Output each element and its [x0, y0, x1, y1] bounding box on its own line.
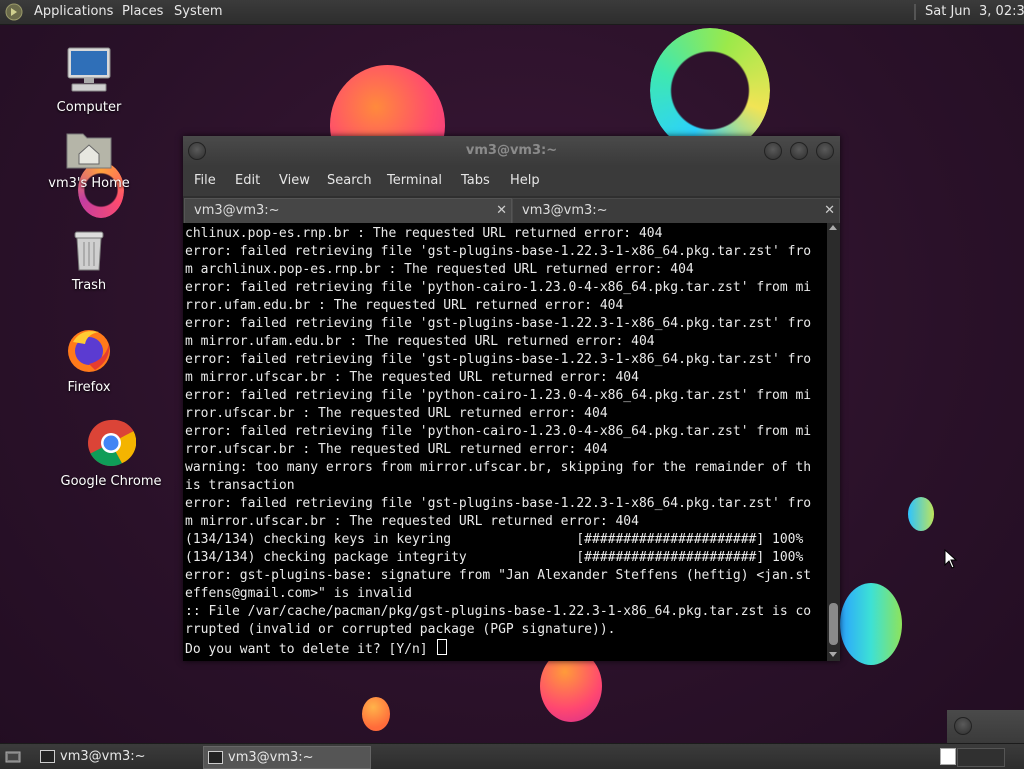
tab-bar: vm3@vm3:~ ✕ vm3@vm3:~ ✕ — [183, 196, 840, 224]
workspace-1[interactable] — [940, 748, 956, 765]
taskbar-item-label: vm3@vm3:~ — [228, 750, 314, 765]
tab-close-icon[interactable]: ✕ — [824, 199, 835, 223]
terminal-window[interactable]: vm3@vm3:~ File Edit View Search Terminal… — [183, 136, 840, 661]
taskbar-item-active[interactable]: vm3@vm3:~ — [203, 746, 371, 769]
applications-menu[interactable]: Applications — [34, 0, 113, 24]
terminal-line: error: failed retrieving file 'gst-plugi… — [185, 352, 812, 367]
desktop-icon-label: Trash — [71, 278, 107, 293]
workspace-2[interactable] — [957, 748, 1005, 767]
wallpaper-blue-blob — [840, 583, 902, 665]
menu-file[interactable]: File — [194, 166, 216, 196]
tab-close-icon[interactable]: ✕ — [496, 199, 507, 223]
terminal-line: :: File /var/cache/pacman/pkg/gst-plugin… — [185, 604, 812, 619]
terminal-scrollbar[interactable] — [827, 223, 840, 661]
terminal-line: rror.ufscar.br : The requested URL retur… — [185, 442, 608, 457]
desktop-icon-label: Computer — [56, 100, 122, 115]
minimize-button[interactable] — [764, 142, 782, 160]
desktop-icon-home[interactable]: vm3's Home — [40, 128, 138, 191]
terminal-line: error: failed retrieving file 'python-ca… — [185, 388, 812, 403]
window-menu-icon[interactable] — [954, 717, 972, 735]
close-button[interactable] — [816, 142, 834, 160]
tab-2[interactable]: vm3@vm3:~ ✕ — [512, 198, 840, 224]
terminal-line: error: failed retrieving file 'python-ca… — [185, 280, 812, 295]
desktop-icon-label: Firefox — [67, 380, 111, 395]
terminal-line: rror.ufam.edu.br : The requested URL ret… — [185, 298, 624, 313]
panel-separator — [914, 4, 916, 20]
trash-icon — [74, 231, 104, 271]
terminal-output[interactable]: chlinux.pop-es.rnp.br : The requested UR… — [183, 223, 827, 661]
terminal-line: m mirror.ufam.edu.br : The requested URL… — [185, 334, 655, 349]
computer-icon — [67, 47, 111, 92]
terminal-line: Do you want to delete it? [Y/n] — [185, 642, 436, 657]
terminal-line: warning: too many errors from mirror.ufs… — [185, 460, 812, 475]
terminal-line: m archlinux.pop-es.rnp.br : The requeste… — [185, 262, 694, 277]
maximize-button[interactable] — [790, 142, 808, 160]
terminal-icon — [208, 751, 223, 764]
scroll-down-icon[interactable] — [829, 652, 837, 657]
home-folder-icon — [66, 133, 112, 169]
terminal-line: error: failed retrieving file 'gst-plugi… — [185, 316, 812, 331]
terminal-icon — [40, 750, 55, 763]
desktop-icon-chrome[interactable]: Google Chrome — [56, 418, 166, 489]
window-titlebar[interactable]: vm3@vm3:~ — [183, 136, 840, 166]
background-window-titlebar[interactable] — [947, 710, 1024, 744]
firefox-icon — [68, 330, 110, 372]
tab-label: vm3@vm3:~ — [194, 203, 280, 218]
wallpaper-orange-dot — [362, 697, 390, 731]
window-title: vm3@vm3:~ — [465, 143, 558, 158]
terminal-line: error: failed retrieving file 'gst-plugi… — [185, 244, 812, 259]
show-desktop-icon[interactable] — [5, 748, 21, 764]
system-menu[interactable]: System — [174, 0, 222, 24]
tab-1[interactable]: vm3@vm3:~ ✕ — [184, 198, 512, 224]
menu-view[interactable]: View — [279, 166, 310, 196]
terminal-line: rror.ufscar.br : The requested URL retur… — [185, 406, 608, 421]
chrome-icon — [88, 419, 137, 467]
terminal-line: (134/134) checking keys in keyring [####… — [185, 532, 804, 547]
terminal-line: m mirror.ufscar.br : The requested URL r… — [185, 514, 639, 529]
terminal-line: error: failed retrieving file 'python-ca… — [185, 424, 812, 439]
top-panel: Applications Places System Sat Jun 3, 02… — [0, 0, 1024, 25]
scroll-up-icon[interactable] — [829, 225, 837, 230]
terminal-line: rrupted (invalid or corrupted package (P… — [185, 622, 616, 637]
menu-edit[interactable]: Edit — [235, 166, 260, 196]
mouse-pointer-icon — [944, 549, 958, 569]
terminal-text: chlinux.pop-es.rnp.br : The requested UR… — [183, 223, 827, 659]
scrollbar-thumb[interactable] — [829, 603, 838, 645]
taskbar-item[interactable]: vm3@vm3:~ — [36, 746, 196, 767]
desktop-icon-label: vm3's Home — [48, 176, 130, 191]
terminal-line: is transaction — [185, 478, 295, 493]
terminal-line: m mirror.ufscar.br : The requested URL r… — [185, 370, 639, 385]
tab-label: vm3@vm3:~ — [522, 203, 608, 218]
terminal-line: error: failed retrieving file 'gst-plugi… — [185, 496, 812, 511]
places-menu[interactable]: Places — [122, 0, 163, 24]
window-menu-icon[interactable] — [188, 142, 206, 160]
menu-tabs[interactable]: Tabs — [461, 166, 490, 196]
terminal-line: chlinux.pop-es.rnp.br : The requested UR… — [185, 226, 663, 241]
menu-help[interactable]: Help — [510, 166, 540, 196]
terminal-menubar: File Edit View Search Terminal Tabs Help — [183, 166, 840, 196]
desktop-icon-computer[interactable]: Computer — [48, 46, 130, 115]
desktop-icon-trash[interactable]: Trash — [48, 228, 130, 293]
wallpaper-ring — [650, 28, 770, 153]
menu-search[interactable]: Search — [327, 166, 372, 196]
desktop-icon-firefox[interactable]: Firefox — [48, 326, 130, 395]
terminal-cursor — [437, 639, 448, 655]
terminal-line: effens@gmail.com>" is invalid — [185, 586, 412, 601]
clock[interactable]: Sat Jun 3, 02:37 — [925, 0, 1024, 24]
menu-terminal[interactable]: Terminal — [387, 166, 442, 196]
wallpaper-blue-dot — [908, 497, 934, 531]
terminal-line: (134/134) checking package integrity [##… — [185, 550, 804, 565]
bottom-panel: vm3@vm3:~ vm3@vm3:~ — [0, 743, 1024, 769]
desktop-icon-label: Google Chrome — [60, 474, 162, 489]
terminal-line: error: gst-plugins-base: signature from … — [185, 568, 812, 583]
taskbar-item-label: vm3@vm3:~ — [60, 749, 146, 764]
distro-logo-icon[interactable] — [5, 3, 23, 21]
